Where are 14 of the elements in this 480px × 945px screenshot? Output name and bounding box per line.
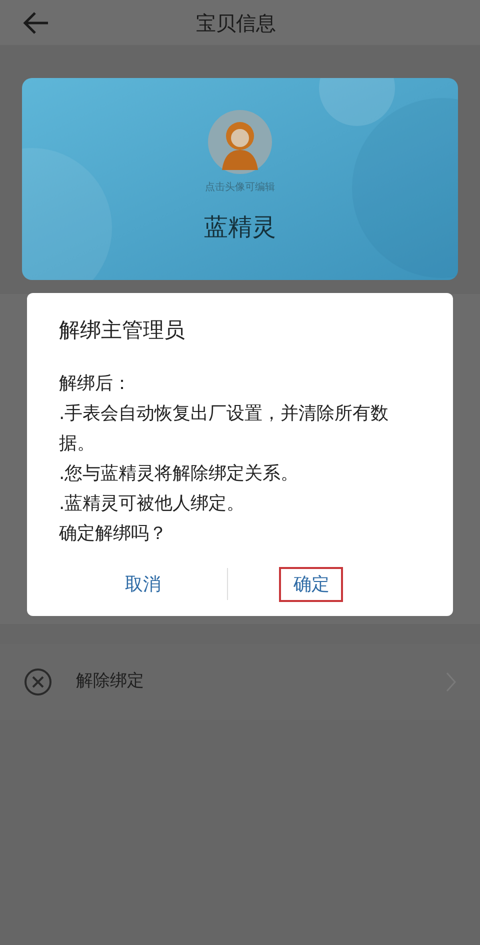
child-name: 蓝精灵 <box>204 212 276 243</box>
dialog-text: .手表会自动恢复出厂设置，并清除所有数据。 <box>59 402 390 456</box>
dialog-text: .您与蓝精灵将解除绑定关系。 <box>59 462 300 486</box>
confirm-button[interactable]: 确定 <box>279 566 344 602</box>
avatar-hint: 点击头像可编辑 <box>205 180 275 195</box>
avatar[interactable] <box>208 110 272 174</box>
cancel-button[interactable]: 取消 <box>110 566 175 602</box>
close-circle-icon <box>24 668 52 696</box>
dialog-text: .蓝精灵可被他人绑定。 <box>59 492 246 516</box>
back-button[interactable] <box>22 10 50 35</box>
dialog-title: 解绑主管理员 <box>59 317 186 344</box>
dialog-text: 确定解绑吗？ <box>59 522 168 546</box>
page-title: 宝贝信息 <box>196 10 276 36</box>
dialog-text: 解绑后： <box>59 372 132 396</box>
